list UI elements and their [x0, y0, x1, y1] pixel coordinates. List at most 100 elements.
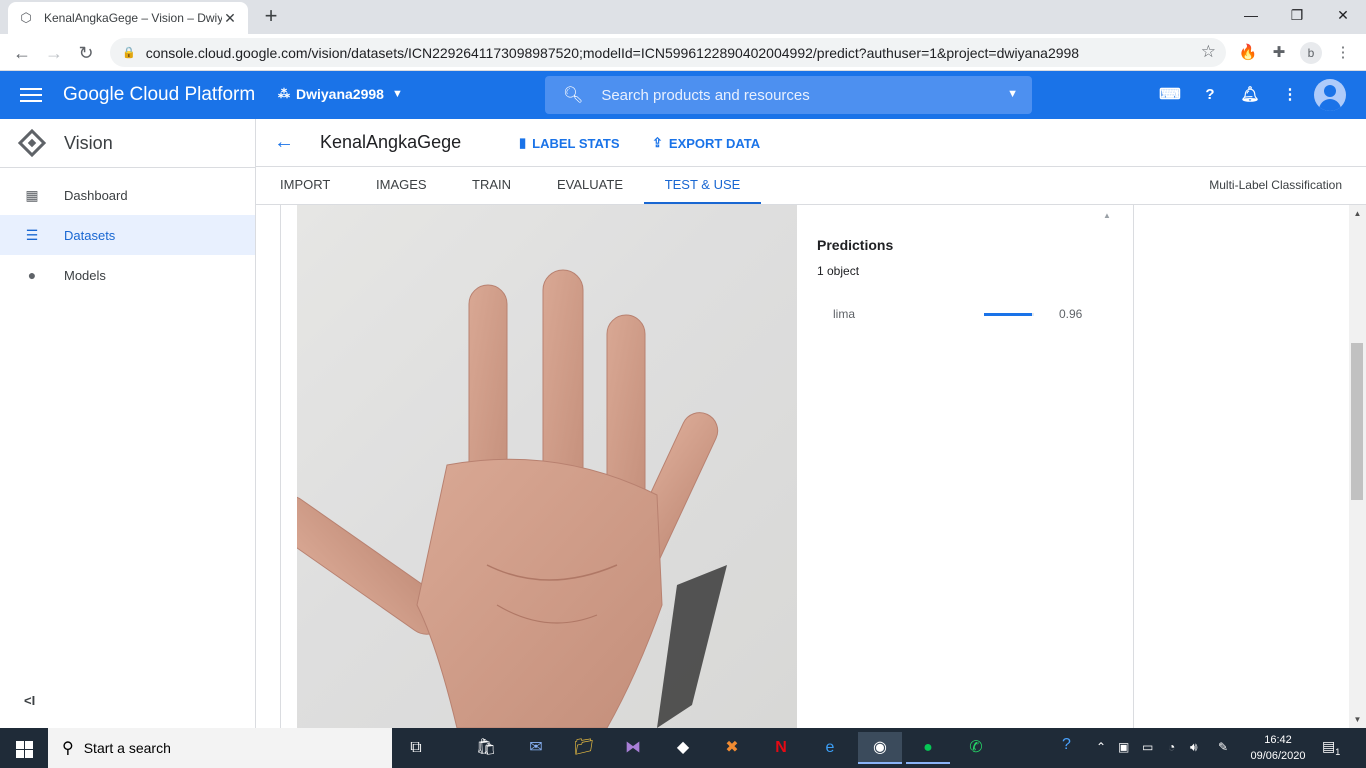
back-arrow-icon[interactable]: ← [274, 131, 294, 154]
dataset-title: KenalAngkaGege [320, 132, 462, 152]
prediction-score: 0.96 [1059, 307, 1083, 321]
predictions-count: 1 object [817, 264, 860, 278]
tray-chevron-icon[interactable]: ⌃ [1096, 740, 1106, 754]
pen-icon[interactable]: ✎ [1218, 740, 1228, 754]
export-data-label: EXPORT DATA [668, 135, 761, 151]
list-icon: ☰ [25, 227, 39, 243]
minimize-window-button[interactable]: — [1228, 0, 1274, 32]
sidebar-item-dashboard[interactable]: ▦ Dashboard [0, 175, 255, 215]
predictions-title: Predictions [817, 237, 894, 253]
netflix-icon[interactable]: N [765, 732, 797, 764]
predictions-panel: Predictions 1 object lima 0.96 [797, 205, 1102, 728]
clock-time: 16:42 [1264, 734, 1292, 746]
product-name: Vision [64, 132, 113, 153]
lightbulb-icon: ● [27, 267, 37, 283]
windows-start-icon[interactable] [0, 728, 48, 768]
url-text: console.cloud.google.com/vision/datasets… [145, 44, 1080, 61]
search-bar[interactable]: 🔍︎ Search products and resources ▼ [545, 76, 1032, 114]
upload-icon: ⇪ [652, 135, 663, 150]
label-stats-button[interactable]: ▮ LABEL STATS [519, 135, 620, 151]
main-content: ← KenalAngkaGege ▮ LABEL STATS ⇪ EXPORT … [256, 119, 1366, 728]
page-scrollbar[interactable]: ▲ ▼ [1349, 205, 1366, 728]
scroll-down-arrow-icon[interactable]: ▼ [1349, 715, 1366, 724]
xampp-icon[interactable]: ✖ [716, 732, 748, 764]
model-type-label: Multi-Label Classification [1209, 178, 1342, 192]
test-image-hand [297, 205, 797, 728]
file-explorer-icon[interactable]: 📁︎ [568, 732, 600, 764]
address-bar[interactable]: 🔒 console.cloud.google.com/vision/datase… [110, 38, 1226, 67]
tab-train[interactable]: TRAIN [472, 167, 511, 204]
more-options-icon[interactable]: ⋮ [1278, 83, 1302, 107]
scroll-up-arrow-icon[interactable]: ▲ [1349, 209, 1366, 218]
task-view-icon[interactable]: ⧉ [400, 732, 432, 764]
right-divider [1133, 205, 1134, 728]
export-data-button[interactable]: ⇪ EXPORT DATA [652, 135, 760, 151]
browser-tab-strip: ⬡ KenalAngkaGege – Vision – Dwiy ✕ + — ❐… [0, 0, 1366, 34]
browser-tab[interactable]: ⬡ KenalAngkaGege – Vision – Dwiy ✕ [8, 2, 248, 34]
dataset-tabs: IMPORT IMAGES TRAIN EVALUATE TEST & USE … [256, 167, 1366, 205]
sidebar: Vision ▦ Dashboard ☰ Datasets ● Models <… [0, 119, 256, 728]
sidebar-item-datasets[interactable]: ☰ Datasets [0, 215, 255, 255]
cloud-shell-icon[interactable]: ⌨ [1158, 83, 1182, 107]
taskbar-clock[interactable]: 16:42 09/06/2020 [1240, 732, 1316, 764]
inkscape-icon[interactable]: ◆ [667, 732, 699, 764]
gcp-brand[interactable]: Google Cloud Platform [63, 84, 255, 106]
clock-date: 09/06/2020 [1250, 750, 1306, 762]
close-window-button[interactable]: ✕ [1320, 0, 1366, 32]
tab-images[interactable]: IMAGES [376, 167, 427, 204]
scroll-up-icon[interactable]: ▲ [1100, 211, 1114, 220]
sidebar-item-models[interactable]: ● Models [0, 255, 255, 295]
bookmark-star-icon[interactable]: ☆ [1201, 42, 1216, 62]
search-input[interactable]: Search products and resources [601, 87, 809, 104]
extension-fire-icon[interactable]: 🔥 [1237, 42, 1259, 64]
restore-window-button[interactable]: ❐ [1274, 0, 1320, 32]
tab-evaluate[interactable]: EVALUATE [557, 167, 623, 204]
notification-count: 1 [1335, 746, 1341, 757]
help-icon[interactable]: ? [1198, 83, 1222, 107]
tab-test-and-use[interactable]: TEST & USE [644, 167, 761, 204]
label-stats-label: LABEL STATS [532, 135, 620, 151]
hamburger-menu-icon[interactable] [20, 85, 42, 105]
predictions-scrollbar[interactable]: ▲ [1100, 211, 1114, 728]
close-tab-icon[interactable]: ✕ [222, 10, 238, 27]
tray-app-icon[interactable]: ▣ [1118, 740, 1129, 754]
chrome-icon[interactable]: ◉ [858, 732, 902, 764]
wifi-icon[interactable]: ◔ [1168, 740, 1175, 754]
dashboard-icon: ▦ [25, 187, 39, 203]
project-selector[interactable]: ⁂ Dwiyana2998 ▼ [278, 86, 403, 102]
search-dropdown-icon[interactable]: ▼ [1007, 88, 1018, 100]
extensions-puzzle-icon[interactable]: ✚ [1268, 42, 1290, 64]
vision-logo-icon [17, 128, 47, 158]
volume-icon[interactable]: 🔊︎ [1190, 740, 1198, 755]
prediction-score-bar [984, 313, 1032, 316]
reload-icon[interactable]: ↻ [72, 39, 100, 67]
whatsapp-icon[interactable]: ✆ [960, 732, 992, 764]
collapse-sidebar-button[interactable]: <I [24, 693, 35, 708]
browser-menu-icon[interactable]: ⋮ [1332, 42, 1354, 64]
mail-icon[interactable]: ✉ [520, 732, 552, 764]
sidebar-item-label: Dashboard [64, 187, 128, 203]
line-icon[interactable]: ● [906, 732, 950, 764]
battery-icon[interactable]: ▭ [1142, 740, 1153, 754]
search-icon: ⚲ [62, 740, 74, 757]
tab-import[interactable]: IMPORT [280, 167, 330, 204]
help-tray-icon[interactable]: ? [1062, 736, 1071, 754]
edge-icon[interactable]: e [814, 732, 846, 764]
browser-tab-title: KenalAngkaGege – Vision – Dwiy [44, 11, 222, 25]
forward-nav-icon[interactable]: → [40, 39, 68, 67]
store-icon[interactable]: 🛍︎ [470, 732, 502, 764]
sidebar-header: Vision [0, 119, 255, 168]
browser-toolbar: ← → ↻ 🔒 console.cloud.google.com/vision/… [0, 34, 1366, 71]
visual-studio-icon[interactable]: ⧓ [617, 732, 649, 764]
account-avatar[interactable] [1314, 79, 1346, 111]
new-tab-button[interactable]: + [258, 4, 284, 30]
notifications-icon[interactable]: ▤1 [1322, 738, 1340, 757]
windows-taskbar: ⚲ Start a search ⧉ 🛍︎ ✉ 📁︎ ⧓ ◆ ✖ N e ◉ ●… [0, 728, 1366, 768]
notifications-bell-icon[interactable]: 🔔︎ [1238, 83, 1262, 107]
card-border [280, 205, 281, 728]
scrollbar-thumb[interactable] [1351, 343, 1363, 500]
test-content: Predictions 1 object lima 0.96 ▲ ▲ ▼ [256, 205, 1366, 728]
back-nav-icon[interactable]: ← [8, 39, 36, 67]
profile-avatar-icon[interactable]: b [1300, 42, 1322, 64]
taskbar-search[interactable]: ⚲ Start a search [48, 728, 392, 768]
